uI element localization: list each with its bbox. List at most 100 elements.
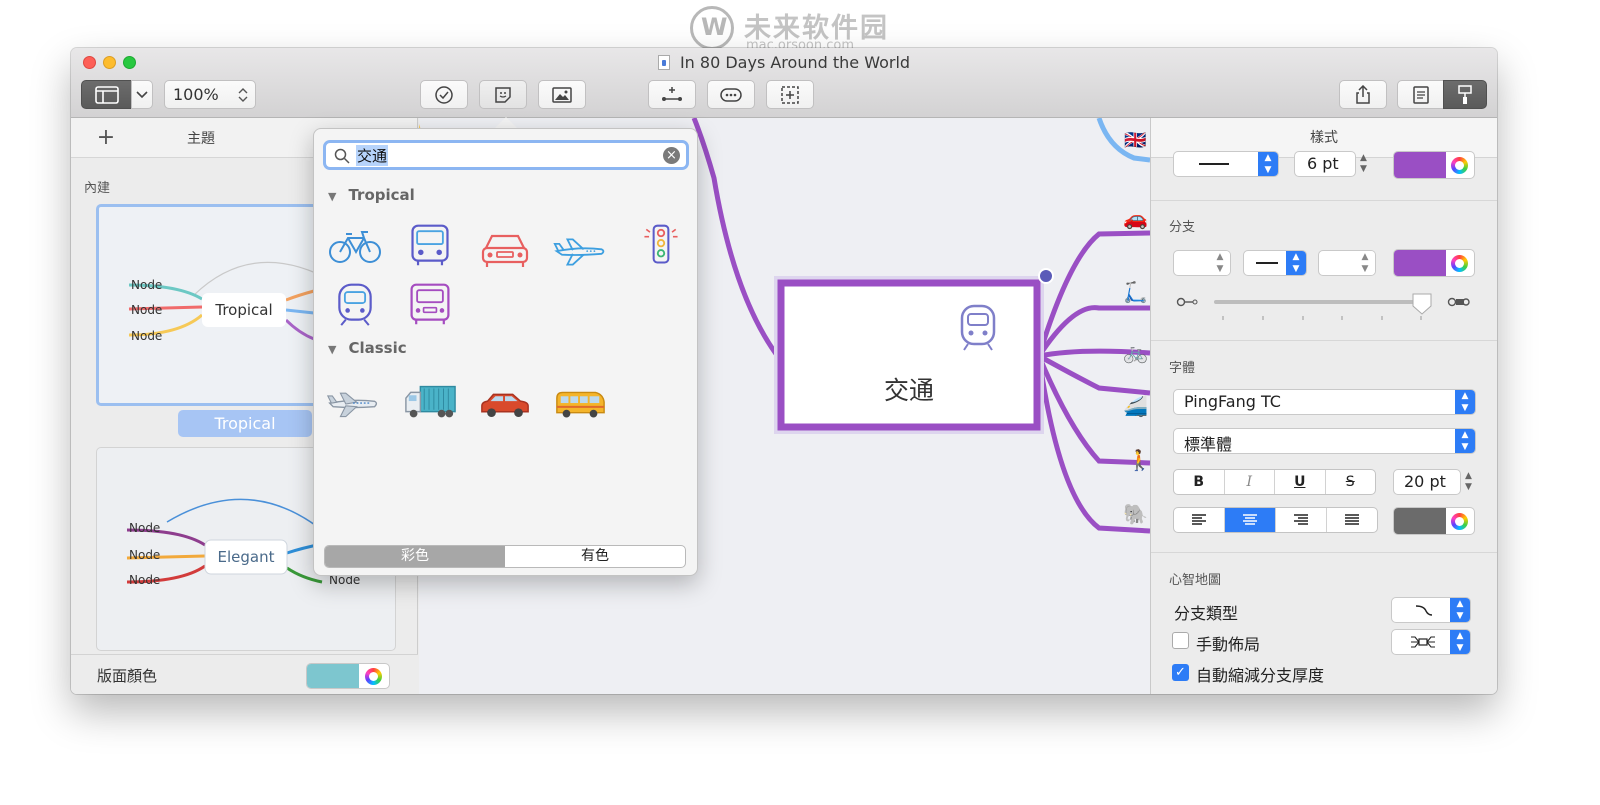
align-justify-button[interactable] <box>1327 508 1377 532</box>
font-size-stepper[interactable]: ▲ ▼ <box>1465 471 1472 493</box>
elegant-center-label: Elegant <box>218 548 275 566</box>
sticker-button[interactable] <box>479 80 527 109</box>
tropical-node-label: Node <box>131 278 162 292</box>
view-menu-button[interactable] <box>131 80 153 109</box>
align-right-button[interactable] <box>1276 508 1327 532</box>
auto-reduce-checkbox[interactable]: ✓ <box>1172 664 1189 681</box>
sticker-search-input[interactable]: 交通 × <box>323 140 689 170</box>
notes-button[interactable] <box>1397 80 1444 109</box>
select-arrows-icon: ▲ ▼ <box>1455 390 1475 414</box>
truck-icon[interactable] <box>403 379 457 425</box>
branch-emoji-car[interactable]: 🚗 <box>1123 206 1148 230</box>
branch-emoji-scooter[interactable]: 🛴 <box>1123 280 1148 304</box>
manual-layout-checkbox[interactable] <box>1172 632 1189 649</box>
group-header-classic[interactable]: ▼ Classic <box>328 339 407 357</box>
theme-tab-title[interactable]: 主題 <box>141 128 261 148</box>
bold-button[interactable]: B <box>1174 470 1225 494</box>
select-arrows-icon: ▲ ▼ <box>1450 630 1470 654</box>
line-width-value: 6 pt <box>1307 154 1339 173</box>
select-arrows-icon: ▲ ▼ <box>1455 429 1475 453</box>
more-topic-icon <box>720 87 742 102</box>
add-boundary-button[interactable] <box>766 80 814 109</box>
font-style-select[interactable]: 標準體 ▲ ▼ <box>1173 428 1476 454</box>
branch-emoji-walking[interactable]: 🚶 <box>1127 448 1150 472</box>
layout-structure-select[interactable]: ▲ ▼ <box>1391 629 1471 655</box>
select-arrows-icon: ▲ ▼ <box>1450 598 1470 622</box>
line-style-select[interactable]: ▲ ▼ <box>1173 151 1279 177</box>
branch-emoji-bicycle[interactable]: 🚲 <box>1123 340 1148 364</box>
branch-color-well[interactable] <box>1393 249 1475 277</box>
strikethrough-button[interactable]: S <box>1326 470 1376 494</box>
color-wheel-icon[interactable] <box>1451 157 1468 174</box>
color-wheel-icon[interactable] <box>1451 513 1468 530</box>
sidebar-icon <box>94 85 119 104</box>
traffic-light-icon[interactable] <box>634 222 688 268</box>
zoom-select[interactable]: 100% <box>164 80 256 109</box>
insert-topic-button[interactable] <box>707 80 755 109</box>
font-size-field[interactable]: 20 pt <box>1393 469 1461 495</box>
tinted-segment-button[interactable]: 有色 <box>505 546 685 567</box>
airplane-icon[interactable] <box>326 381 380 427</box>
group-header-tropical[interactable]: ▼ Tropical <box>328 186 415 204</box>
branch-emoji-elephant[interactable]: 🐘 <box>1123 502 1148 526</box>
line-width-stepper[interactable]: ▲ ▼ <box>1360 153 1367 175</box>
bicycle-icon[interactable] <box>328 224 382 270</box>
line-color-well[interactable] <box>1393 151 1475 179</box>
align-center-icon <box>1243 514 1257 525</box>
align-left-button[interactable] <box>1174 508 1225 532</box>
task-button[interactable] <box>420 80 468 109</box>
manual-layout-label: 手動佈局 <box>1196 635 1261 654</box>
colorful-segment-button[interactable]: 彩色 <box>325 546 505 567</box>
branch-line-select[interactable]: ▲ ▼ <box>1243 250 1307 276</box>
line-color-fill <box>1394 152 1446 178</box>
select-arrows-icon: ▲ ▼ <box>1286 251 1306 275</box>
align-center-button[interactable] <box>1225 508 1276 532</box>
checkmark-circle-icon <box>435 85 453 104</box>
van-icon[interactable] <box>553 381 607 427</box>
add-theme-button[interactable]: + <box>71 125 141 150</box>
clear-search-icon[interactable]: × <box>663 147 680 164</box>
train-icon[interactable] <box>328 281 382 327</box>
airplane-icon[interactable] <box>553 229 607 275</box>
branch-emoji-flag[interactable]: 🇬🇧 <box>1124 130 1146 151</box>
app-window: In 80 Days Around the World 100% + 主題 內建… <box>71 48 1497 694</box>
car-icon[interactable] <box>478 381 532 427</box>
slider-thumb[interactable] <box>1412 293 1432 315</box>
branch-emoji-train[interactable]: 🚄 <box>1123 394 1148 418</box>
font-family-select[interactable]: PingFang TC ▲ ▼ <box>1173 389 1476 415</box>
branch-type-select[interactable]: ▲ ▼ <box>1391 597 1471 623</box>
topic-handle[interactable] <box>1038 268 1054 284</box>
image-button[interactable] <box>538 80 586 109</box>
font-family-value: PingFang TC <box>1184 392 1281 411</box>
search-icon <box>334 148 350 164</box>
truck-icon[interactable] <box>403 281 457 327</box>
text-color-well[interactable] <box>1393 507 1475 535</box>
sidebar-toggle-button[interactable] <box>81 80 132 109</box>
underline-button[interactable]: U <box>1275 470 1326 494</box>
color-wheel-icon[interactable] <box>1451 255 1468 272</box>
canvas-color-well[interactable] <box>306 663 390 689</box>
car-icon[interactable] <box>478 227 532 273</box>
text-align-segment <box>1173 507 1378 533</box>
bus-icon[interactable] <box>403 222 457 268</box>
selected-theme-label[interactable]: Tropical <box>178 410 312 437</box>
image-icon <box>552 86 572 103</box>
branch-end-select[interactable]: ▲ ▼ <box>1318 250 1376 276</box>
central-topic-box[interactable] <box>777 279 1041 431</box>
line-width-field[interactable]: 6 pt <box>1294 151 1356 177</box>
branch-shape-select[interactable]: ▲ ▼ <box>1173 250 1231 276</box>
branch-type-label: 分支類型 <box>1174 604 1239 623</box>
auto-reduce-label: 自動縮減分支厚度 <box>1196 666 1325 685</box>
insert-subtopic-button[interactable] <box>648 80 696 109</box>
format-panel: 樣式 ▲ ▼ 6 pt ▲ ▼ 分支 ▲ ▼ ▲ ▼ ▲ ▼ 字體 PingFa… <box>1150 118 1497 694</box>
text-color-fill <box>1394 508 1446 534</box>
share-button[interactable] <box>1339 80 1387 109</box>
select-arrows-icon: ▲ ▼ <box>1210 251 1230 275</box>
color-wheel-icon[interactable] <box>365 668 382 685</box>
align-right-icon <box>1294 514 1308 525</box>
watermark-logo-icon <box>690 6 734 50</box>
branch-width-slider[interactable] <box>1151 288 1497 328</box>
notes-icon <box>1412 85 1429 104</box>
format-button[interactable] <box>1443 80 1487 109</box>
italic-button[interactable]: I <box>1225 470 1275 494</box>
